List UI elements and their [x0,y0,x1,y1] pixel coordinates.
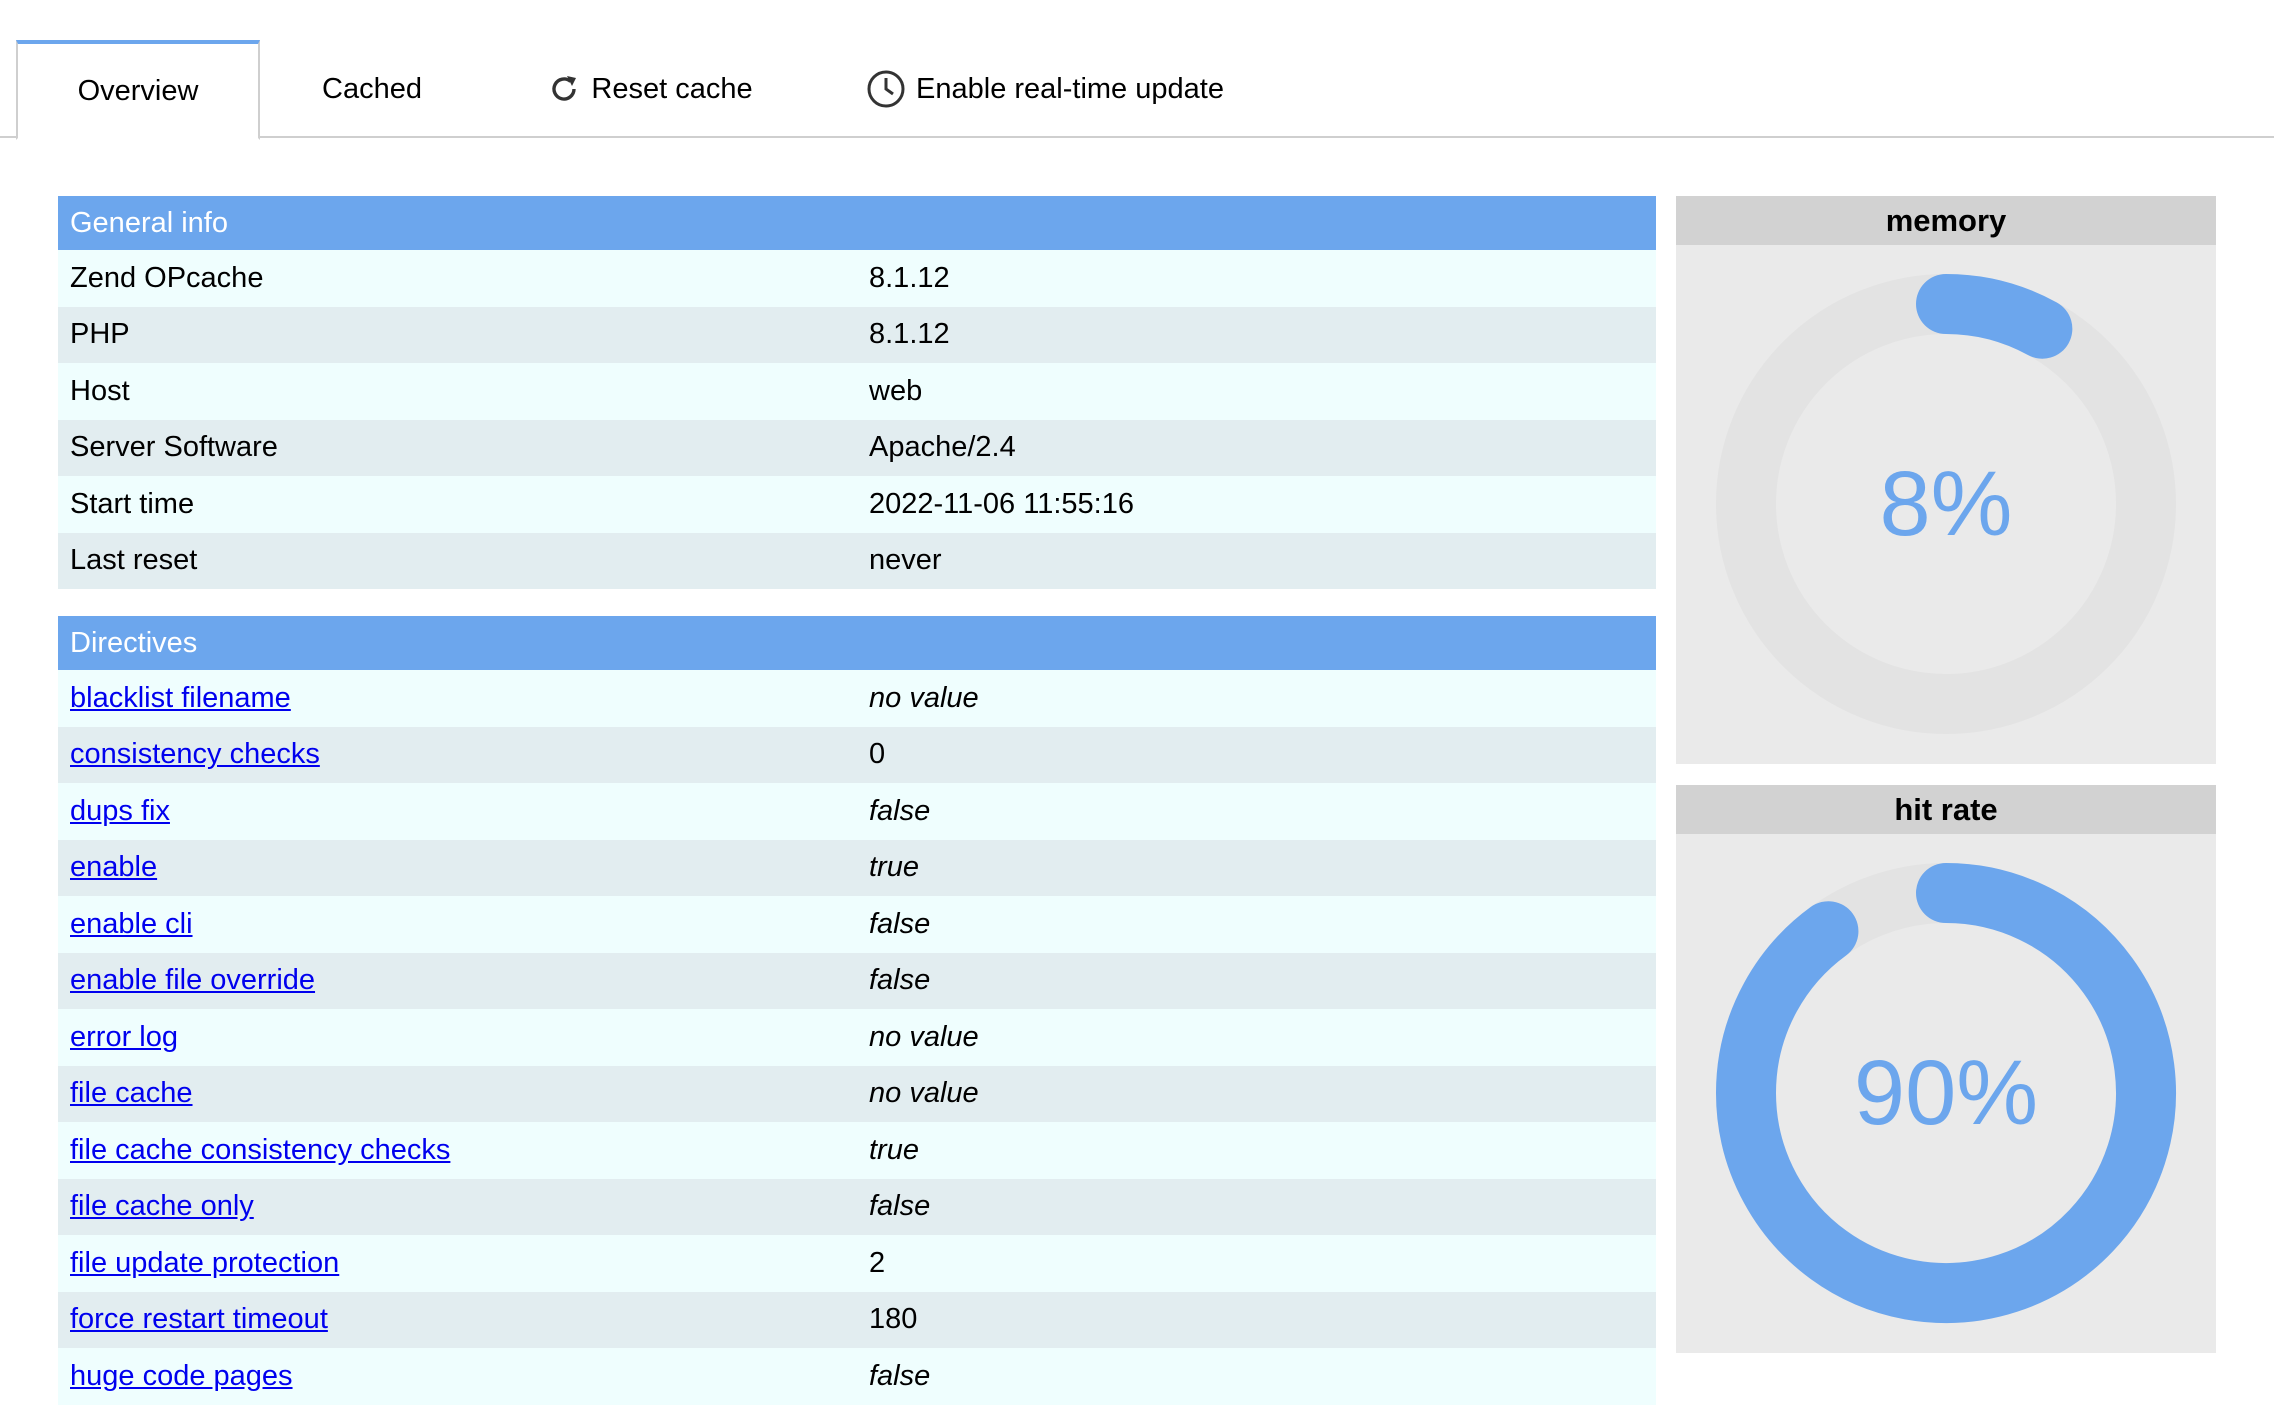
row-value: false [857,896,1656,953]
tab-bar: Overview Cached Reset cache Enable real-… [0,0,2274,140]
row-key: error log [58,1009,857,1066]
directive-link[interactable]: enable [70,851,157,883]
general-info-body: Zend OPcache 8.1.12 PHP 8.1.12 Host web Server… [58,250,1656,589]
row-value: 8.1.12 [857,306,1656,363]
row-key: consistency checks [58,726,857,783]
directive-link[interactable]: file cache only [70,1190,254,1222]
directives-table: Directives blacklist filename no value con… [58,616,1656,1405]
row-value: no value [857,670,1656,727]
hitrate-gauge: 90% [1716,863,2176,1323]
row-value: web [857,363,1656,420]
refresh-icon [547,72,581,106]
hitrate-gauge-value: 90% [1854,1042,2038,1144]
reset-cache-button[interactable]: Reset cache [520,40,780,138]
directive-link[interactable]: file update protection [70,1247,339,1279]
row-value: Apache/2.4 [857,419,1656,476]
row-value: no value [857,1065,1656,1122]
row-value: 2022-11-06 11:55:16 [857,476,1656,533]
general-info-table: General info Zend OPcache 8.1.12 PHP 8.1.12… [58,196,1656,589]
row-key: blacklist filename [58,670,857,727]
row-value: no value [857,1009,1656,1066]
general-info-header: General info [58,196,1656,250]
row-key: huge code pages [58,1348,857,1405]
row-value: true [857,839,1656,896]
directive-link[interactable]: force restart timeout [70,1303,328,1335]
row-key: file cache consistency checks [58,1122,857,1179]
row-key: Server Software [58,419,857,476]
row-key: file cache only [58,1178,857,1235]
table-row: huge code pages false [58,1348,1656,1405]
row-value: 0 [857,726,1656,783]
directive-link[interactable]: consistency checks [70,738,320,770]
directive-link[interactable]: blacklist filename [70,682,291,714]
tab-overview-label: Overview [77,74,199,107]
table-row: error log no value [58,1009,1656,1066]
table-row: enable file override false [58,952,1656,1009]
row-key: file cache [58,1065,857,1122]
row-value: never [857,532,1656,589]
row-key: enable cli [58,896,857,953]
hitrate-gauge-title: hit rate [1676,785,2216,834]
row-key: enable file override [58,952,857,1009]
row-key: force restart timeout [58,1291,857,1348]
table-row: Start time 2022-11-06 11:55:16 [58,476,1656,533]
table-row: enable true [58,839,1656,896]
directive-link[interactable]: enable cli [70,908,193,940]
directive-link[interactable]: dups fix [70,795,170,827]
clock-icon [866,69,906,109]
row-key: Host [58,363,857,420]
tab-cached-label: Cached [322,72,422,105]
row-key: file update protection [58,1235,857,1292]
directive-link[interactable]: error log [70,1021,178,1053]
row-value: 180 [857,1291,1656,1348]
row-value: false [857,1178,1656,1235]
row-value: false [857,783,1656,840]
row-value: false [857,952,1656,1009]
table-row: dups fix false [58,783,1656,840]
table-row: file cache no value [58,1065,1656,1122]
table-row: consistency checks 0 [58,726,1656,783]
row-key: PHP [58,306,857,363]
table-row: Host web [58,363,1656,420]
table-row: force restart timeout 180 [58,1291,1656,1348]
memory-gauge-title: memory [1676,196,2216,245]
tab-cached[interactable]: Cached [262,40,482,138]
directives-body: blacklist filename no value consistency ch… [58,670,1656,1405]
directive-link[interactable]: enable file override [70,964,315,996]
row-key: enable [58,839,857,896]
reset-cache-label: Reset cache [591,72,753,105]
row-value: 8.1.12 [857,250,1656,307]
directive-link[interactable]: file cache [70,1077,193,1109]
table-row: blacklist filename no value [58,670,1656,727]
row-value: 2 [857,1235,1656,1292]
row-value: true [857,1122,1656,1179]
row-key: Last reset [58,532,857,589]
table-row: Server Software Apache/2.4 [58,419,1656,476]
table-row: file update protection 2 [58,1235,1656,1292]
memory-gauge-arc [1916,274,2073,359]
memory-gauge: 8% [1716,274,2176,734]
table-row: Last reset never [58,532,1656,589]
tab-overview[interactable]: Overview [16,40,260,140]
memory-gauge-value: 8% [1880,453,2013,555]
row-key: dups fix [58,783,857,840]
hitrate-gauge-panel: hit rate 90% [1676,785,2216,1353]
table-row: enable cli false [58,896,1656,953]
table-row: file cache consistency checks true [58,1122,1656,1179]
table-row: file cache only false [58,1178,1656,1235]
realtime-update-button[interactable]: Enable real-time update [850,40,1240,138]
row-value: false [857,1348,1656,1405]
row-key: Start time [58,476,857,533]
directive-link[interactable]: file cache consistency checks [70,1134,450,1166]
row-key: Zend OPcache [58,250,857,307]
table-row: PHP 8.1.12 [58,306,1656,363]
table-row: Zend OPcache 8.1.12 [58,250,1656,307]
directives-header: Directives [58,616,1656,670]
realtime-update-label: Enable real-time update [916,72,1224,105]
directive-link[interactable]: huge code pages [70,1360,293,1392]
memory-gauge-panel: memory 8% [1676,196,2216,764]
